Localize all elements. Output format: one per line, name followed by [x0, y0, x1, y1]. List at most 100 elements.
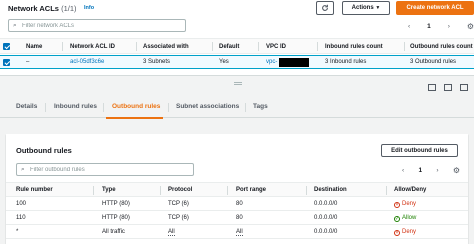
cell-rule-number: * [16, 229, 19, 235]
col-type[interactable]: Type [102, 187, 116, 193]
cell-acl-id[interactable]: acl-05df3c6e [70, 59, 104, 65]
tab-inbound-rules[interactable]: Inbound rules [54, 103, 97, 110]
col-name[interactable]: Name [26, 44, 42, 50]
next-page-icon[interactable]: › [436, 167, 438, 174]
tab-divider [245, 103, 246, 112]
cell-outbound-count: 3 Outbound rules [410, 59, 457, 65]
cell-protocol: All [168, 229, 175, 236]
cell-associated: 3 Subnets [143, 59, 171, 65]
cell-port-range: 80 [236, 201, 243, 207]
actions-label: Actions [351, 5, 374, 11]
current-page[interactable]: 1 [418, 167, 422, 174]
table-row[interactable]: 100 HTTP (80) TCP (6) 80 0.0.0.0/0 × Deny [6, 198, 468, 211]
deny-icon: × [394, 202, 400, 208]
col-rule-number[interactable]: Rule number [16, 187, 53, 193]
tab-outbound-rules[interactable]: Outbound rules [112, 103, 160, 110]
edit-outbound-rules-button[interactable]: Edit outbound rules [381, 144, 458, 157]
outbound-rules-title: Outbound rules [16, 146, 72, 155]
select-all-checkbox[interactable] [3, 43, 10, 50]
outbound-search: ⌕ [16, 163, 194, 176]
col-divider [136, 42, 137, 51]
row-checkbox[interactable] [3, 59, 10, 66]
split-bottom-icon[interactable] [428, 84, 436, 91]
cell-allow-deny: × Deny [394, 229, 416, 236]
col-vpc-id[interactable]: VPC ID [266, 44, 286, 50]
refresh-button[interactable] [316, 1, 334, 15]
col-associated[interactable]: Associated with [143, 44, 189, 50]
col-divider [62, 42, 63, 51]
cell-inbound-count: 3 Inbound rules [325, 59, 367, 65]
cell-rule-number: 110 [16, 215, 26, 221]
cell-rule-number: 100 [16, 201, 27, 207]
cell-type: HTTP (80) [102, 201, 130, 207]
col-divider [404, 42, 405, 51]
cell-vpc-id[interactable]: vpc- [266, 59, 277, 65]
settings-gear-icon[interactable]: ⚙ [453, 166, 460, 175]
col-allow-deny[interactable]: Allow/Deny [394, 187, 426, 193]
col-divider [258, 42, 259, 51]
cell-name: – [26, 59, 30, 65]
col-port-range[interactable]: Port range [236, 187, 266, 193]
table-row[interactable]: – acl-05df3c6e 3 Subnets Yes vpc- 3 Inbo… [0, 55, 474, 69]
col-divider [160, 186, 161, 195]
col-divider [317, 42, 318, 51]
tab-divider [103, 103, 104, 112]
settings-gear-icon[interactable]: ⚙ [467, 22, 474, 31]
cell-destination: 0.0.0.0/0 [314, 215, 338, 221]
cell-default: Yes [219, 59, 229, 65]
col-outbound-count[interactable]: Outbound rules count [410, 44, 473, 50]
outbound-search-input[interactable] [30, 165, 190, 175]
cell-destination: 0.0.0.0/0 [314, 229, 338, 235]
action-label: Deny [402, 229, 417, 235]
cell-protocol: TCP (6) [168, 215, 189, 221]
search-icon: ⌕ [21, 166, 25, 173]
panel-resize-handle[interactable] [234, 82, 242, 85]
col-destination[interactable]: Destination [314, 187, 347, 193]
table-row[interactable]: 110 HTTP (80) TCP (6) 80 0.0.0.0/0 ✓ Allo… [6, 212, 468, 225]
cell-allow-deny: ✓ Allow [394, 215, 416, 222]
actions-dropdown[interactable]: Actions ▼ [342, 1, 390, 15]
cell-port-range: All [236, 229, 243, 236]
tab-details[interactable]: Details [16, 103, 37, 110]
maximize-icon[interactable] [460, 84, 468, 91]
cell-port-range: 80 [236, 215, 243, 221]
acl-pagination: ‹ 1 › ⚙ [408, 20, 474, 32]
col-divider [212, 42, 213, 51]
acl-search: ⌕ [8, 19, 186, 32]
search-icon: ⌕ [13, 22, 17, 29]
allow-icon: ✓ [394, 216, 400, 222]
col-divider [386, 186, 387, 195]
tab-tags[interactable]: Tags [253, 103, 268, 110]
info-link[interactable]: Info [84, 5, 94, 11]
action-label: Allow [402, 215, 417, 221]
tab-divider [45, 103, 46, 112]
col-protocol[interactable]: Protocol [168, 187, 192, 193]
col-inbound-count[interactable]: Inbound rules count [325, 44, 383, 50]
col-default[interactable]: Default [219, 44, 239, 50]
page-title-text: Network ACLs [8, 4, 59, 13]
cell-protocol: TCP (6) [168, 201, 189, 207]
cell-type: All traffic [102, 229, 125, 235]
prev-page-icon[interactable]: ‹ [408, 23, 410, 30]
caret-down-icon: ▼ [375, 5, 381, 11]
next-page-icon[interactable]: › [448, 23, 450, 30]
col-divider [306, 186, 307, 195]
tab-divider [168, 103, 169, 112]
col-acl-id[interactable]: Network ACL ID [70, 44, 115, 50]
acl-search-input[interactable] [22, 21, 182, 31]
prev-page-icon[interactable]: ‹ [402, 167, 404, 174]
tab-subnet-associations[interactable]: Subnet associations [176, 103, 239, 110]
outbound-table-header: Rule number Type Protocol Port range Des… [6, 182, 468, 197]
page-title: Network ACLs (1/1) [8, 4, 77, 13]
col-divider [227, 186, 228, 195]
action-label: Deny [402, 201, 417, 207]
current-page[interactable]: 1 [427, 23, 431, 30]
col-divider [93, 186, 94, 195]
create-network-acl-button[interactable]: Create network ACL [396, 1, 474, 15]
cell-type: HTTP (80) [102, 215, 130, 221]
split-side-icon[interactable] [444, 84, 452, 91]
cell-destination: 0.0.0.0/0 [314, 201, 338, 207]
table-row[interactable]: * All traffic All All 0.0.0.0/0 × Deny [6, 226, 468, 239]
deny-icon: × [394, 230, 400, 236]
refresh-icon [322, 4, 328, 11]
